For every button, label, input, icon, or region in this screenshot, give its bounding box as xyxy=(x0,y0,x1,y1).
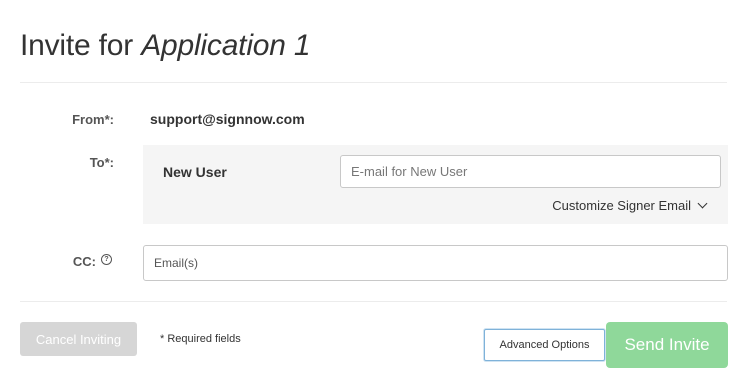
top-divider xyxy=(20,82,727,83)
help-icon[interactable]: ? xyxy=(101,254,112,265)
signer-name: New User xyxy=(163,164,227,180)
page-title-prefix: Invite for xyxy=(20,29,142,62)
signer-panel: New User Customize Signer Email xyxy=(143,145,728,224)
cancel-inviting-button[interactable]: Cancel Inviting xyxy=(20,322,137,356)
signer-email-input[interactable] xyxy=(340,155,721,188)
required-fields-note: * Required fields xyxy=(160,333,241,345)
invite-page: Invite for Application 1 From*: support@… xyxy=(0,0,745,391)
to-label: To*: xyxy=(89,155,114,170)
bottom-divider xyxy=(20,301,727,302)
customize-signer-email-toggle[interactable]: Customize Signer Email xyxy=(552,198,708,213)
page-title: Invite for Application 1 xyxy=(20,26,311,66)
cc-email-input[interactable] xyxy=(143,245,728,281)
chevron-down-icon xyxy=(697,198,708,209)
send-invite-button[interactable]: Send Invite xyxy=(606,322,728,368)
customize-signer-email-label: Customize Signer Email xyxy=(552,198,691,213)
cc-label: CC: xyxy=(72,254,96,269)
from-label: From*: xyxy=(72,112,114,127)
from-email: support@signnow.com xyxy=(150,111,305,127)
advanced-options-button[interactable]: Advanced Options xyxy=(484,329,605,361)
document-name: Application 1 xyxy=(141,29,311,62)
